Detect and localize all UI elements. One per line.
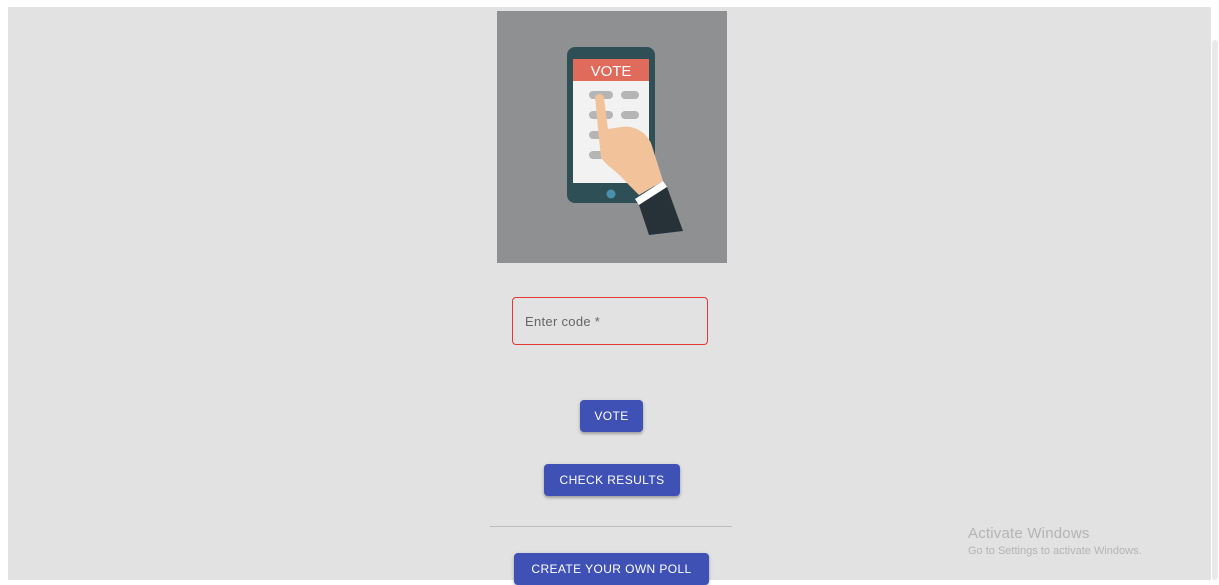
windows-activation-watermark: Activate Windows Go to Settings to activ…: [968, 525, 1142, 557]
watermark-title: Activate Windows: [968, 525, 1090, 542]
vote-illustration: VOTE: [497, 11, 727, 263]
code-field[interactable]: [512, 297, 708, 345]
scrollbar-thumb[interactable]: [1212, 40, 1218, 580]
scrollbar-track[interactable]: [1211, 0, 1219, 580]
code-input[interactable]: [513, 298, 707, 344]
divider: [490, 526, 732, 527]
create-poll-button[interactable]: CREATE YOUR OWN POLL: [514, 553, 709, 585]
watermark-subtitle: Go to Settings to activate Windows.: [968, 545, 1142, 557]
vote-banner-label: VOTE: [591, 63, 632, 80]
check-results-button[interactable]: CHECK RESULTS: [544, 464, 680, 496]
home-button-icon: [606, 189, 616, 199]
phone-vote-icon: VOTE: [567, 47, 683, 235]
vote-button[interactable]: VOTE: [580, 400, 643, 432]
page-background: VOTE VOTE CHECK RESULTS CREATE YOUR: [8, 7, 1211, 585]
